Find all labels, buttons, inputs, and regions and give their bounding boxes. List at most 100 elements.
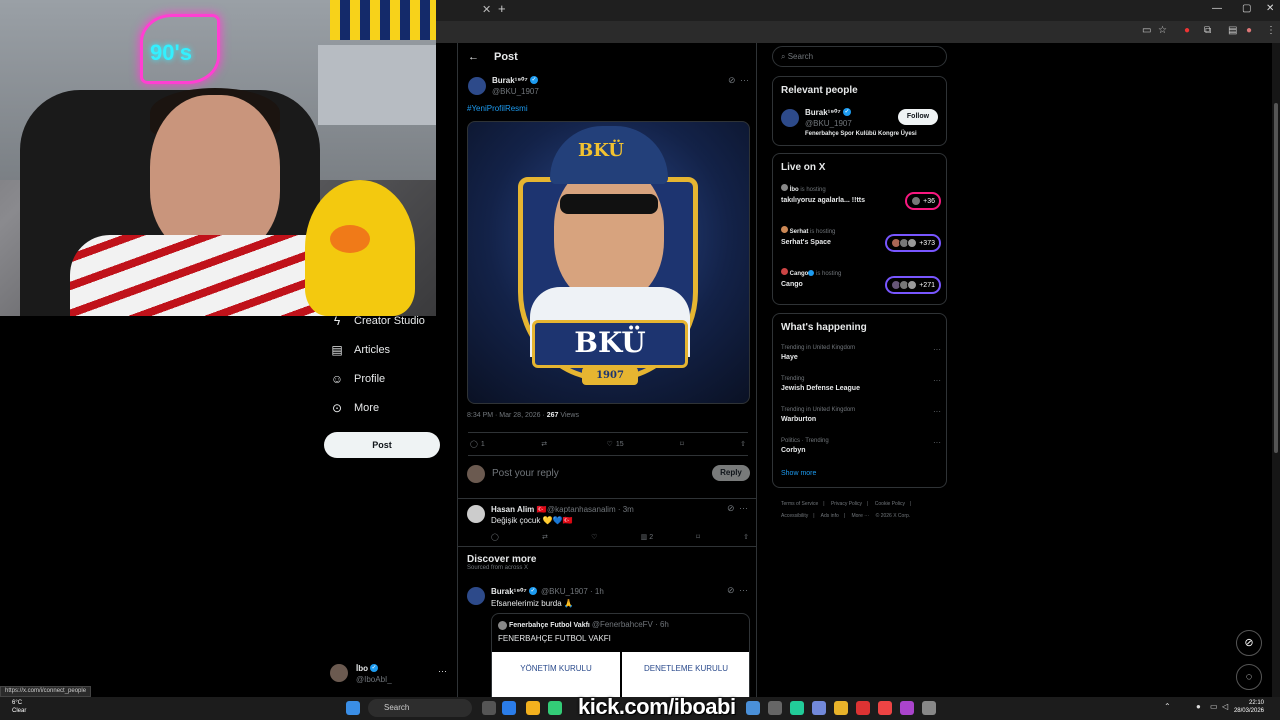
extensions-puzzle-icon[interactable]: ⧉ <box>1204 25 1211 36</box>
footer-link[interactable]: Accessibility <box>781 513 808 519</box>
tweet-author-handle[interactable]: @BKU_1907 · 1h <box>541 587 604 596</box>
app-icon[interactable] <box>878 701 892 715</box>
show-more-link[interactable]: Show more <box>781 470 816 477</box>
tab-close-icon[interactable]: ✕ <box>482 3 491 16</box>
file-explorer-icon[interactable] <box>526 701 540 715</box>
quote-image-left[interactable]: YÖNETİM KURULU <box>492 652 620 698</box>
maximize-icon[interactable]: ▢ <box>1242 3 1251 14</box>
more-dots-icon[interactable]: ··· <box>933 376 941 385</box>
avatar[interactable] <box>781 109 799 127</box>
more-dots-icon[interactable]: ··· <box>739 585 748 595</box>
footer-link[interactable]: Cookie Policy <box>875 501 905 507</box>
reply-author-name[interactable]: Hasan Alim 🇹🇷 <box>491 505 546 514</box>
more-dots-icon[interactable]: ··· <box>739 503 748 513</box>
extension-icon[interactable]: ● <box>1184 25 1190 36</box>
app-icon[interactable] <box>790 701 804 715</box>
trend-item[interactable]: Trending Jewish Defense League ··· <box>781 376 941 392</box>
app-icon[interactable] <box>900 701 914 715</box>
relevant-name[interactable]: Burak¹⁹⁰⁷ <box>805 108 841 117</box>
footer-link[interactable]: Privacy Policy <box>831 501 862 507</box>
follow-button[interactable]: Follow <box>898 109 938 125</box>
reply-button[interactable]: Reply <box>712 465 750 481</box>
avatar[interactable] <box>468 77 486 95</box>
taskbar-search[interactable]: Search <box>368 699 472 717</box>
grok-icon[interactable]: ⊘ <box>728 75 736 86</box>
trend-item[interactable]: Trending in United Kingdom Haye ··· <box>781 345 941 361</box>
grok-icon[interactable]: ⊘ <box>727 585 735 596</box>
microphone-icon[interactable]: ● <box>1196 702 1201 711</box>
footer-link[interactable]: More ··· <box>851 513 869 519</box>
reply-icon[interactable]: ◯ <box>491 533 499 541</box>
profile-avatar-icon[interactable]: ● <box>1246 25 1252 36</box>
post-author[interactable]: Burak¹⁹⁰⁷ ✓ @BKU_1907 ⊘ ··· <box>468 75 749 99</box>
new-tab-icon[interactable]: + <box>498 1 506 16</box>
more-dots-icon[interactable]: ··· <box>933 438 941 447</box>
footer-link[interactable]: Ads info <box>821 513 839 519</box>
settings-gear-icon[interactable] <box>922 701 936 715</box>
grok-fab-icon[interactable]: ⊘ <box>1236 630 1262 656</box>
trend-item[interactable]: Trending in United Kingdom Warburton ··· <box>781 407 941 423</box>
volume-icon[interactable]: ◁ <box>1222 702 1228 711</box>
clock[interactable]: 22:10 28/03/2026 <box>1234 699 1264 715</box>
page-scrollbar[interactable] <box>1272 43 1280 698</box>
cast-icon[interactable]: ▭ <box>1142 25 1151 36</box>
repost-action[interactable]: ⇄ <box>541 440 550 448</box>
avatar[interactable] <box>467 505 485 523</box>
quote-tweet[interactable]: Fenerbahçe Futbol Vakfı @FenerbahceFV · … <box>491 613 750 698</box>
views-action[interactable]: ▥ 2 <box>641 533 653 541</box>
tray-chevron-icon[interactable]: ⌃ <box>1164 702 1171 711</box>
app-icon[interactable] <box>834 701 848 715</box>
search-input[interactable]: ⌕ Search <box>772 46 947 67</box>
relevant-handle[interactable]: @BKU_1907 <box>805 119 852 128</box>
weather-widget[interactable]: 6°C Clear <box>12 699 26 715</box>
more-dots-icon[interactable]: ··· <box>740 75 749 85</box>
sidebar-item-creator-studio[interactable]: ϟ Creator Studio <box>330 314 425 328</box>
app-icon[interactable] <box>768 701 782 715</box>
post-image[interactable]: BKÜ BKÜ 1907 <box>467 121 750 404</box>
reply-author-handle[interactable]: @kaptanhasanalim · 3m <box>547 505 634 514</box>
like-action[interactable]: ♡ 15 <box>607 440 624 449</box>
more-dots-icon[interactable]: ··· <box>933 407 941 416</box>
windows-start-icon[interactable] <box>346 701 360 715</box>
reply-action[interactable]: ◯ 1 <box>470 440 485 449</box>
more-dots-icon[interactable]: ··· <box>933 345 941 354</box>
heart-icon[interactable]: ♡ <box>591 533 597 541</box>
grok-icon[interactable]: ⊘ <box>727 503 735 514</box>
sidebar-icon[interactable]: ▤ <box>1228 25 1237 36</box>
live-space-item[interactable]: Cango is hosting Cango +271 <box>781 268 941 294</box>
messages-fab-icon[interactable]: ◌ <box>1236 664 1262 690</box>
task-view-icon[interactable] <box>482 701 496 715</box>
more-dots-icon[interactable]: ··· <box>438 666 447 676</box>
tweet-author-name[interactable]: Burak¹⁹⁰⁷ <box>491 587 527 596</box>
live-space-item[interactable]: Serhat is hosting Serhat's Space +373 <box>781 226 941 252</box>
app-icon[interactable] <box>856 701 870 715</box>
quote-image-right[interactable]: DENETLEME KURULU <box>622 652 749 698</box>
live-space-item[interactable]: İbo is hosting takılıyoruz agalarla... !… <box>781 184 941 210</box>
author-handle[interactable]: @BKU_1907 <box>492 87 539 96</box>
bookmark-action[interactable]: ⌑ <box>680 440 684 448</box>
footer-link[interactable]: Terms of Service <box>781 501 818 507</box>
post-button[interactable]: Post <box>324 432 440 458</box>
scroll-thumb[interactable] <box>1274 103 1278 453</box>
close-window-icon[interactable]: ✕ <box>1266 3 1274 14</box>
account-switcher[interactable]: İbo ✓ @IboAbI_ ··· <box>330 662 450 686</box>
bookmark-star-icon[interactable]: ☆ <box>1158 25 1167 36</box>
back-arrow-icon[interactable]: ← <box>468 51 479 63</box>
bookmark-icon[interactable]: ⌑ <box>696 533 700 541</box>
author-name[interactable]: Burak¹⁹⁰⁷ <box>492 76 528 85</box>
app-icon[interactable] <box>746 701 760 715</box>
share-icon[interactable]: ⇧ <box>743 533 749 541</box>
share-action[interactable]: ⇧ <box>740 440 746 448</box>
edge-icon[interactable] <box>502 701 516 715</box>
app-icon[interactable] <box>548 701 562 715</box>
menu-kebab-icon[interactable]: ⋮ <box>1266 25 1276 36</box>
trend-item[interactable]: Politics · Trending Corbyn ··· <box>781 438 941 454</box>
sidebar-item-profile[interactable]: ☺ Profile <box>330 372 385 386</box>
network-icon[interactable]: ▭ <box>1210 702 1218 711</box>
avatar[interactable] <box>467 587 485 605</box>
sidebar-item-more[interactable]: ⊙ More <box>330 401 379 415</box>
post-timestamp[interactable]: 8:34 PM · Mar 28, 2026 · <box>467 412 547 419</box>
discord-icon[interactable] <box>812 701 826 715</box>
reply-input[interactable]: Post your reply <box>492 468 559 479</box>
sidebar-item-articles[interactable]: ▤ Articles <box>330 343 390 357</box>
